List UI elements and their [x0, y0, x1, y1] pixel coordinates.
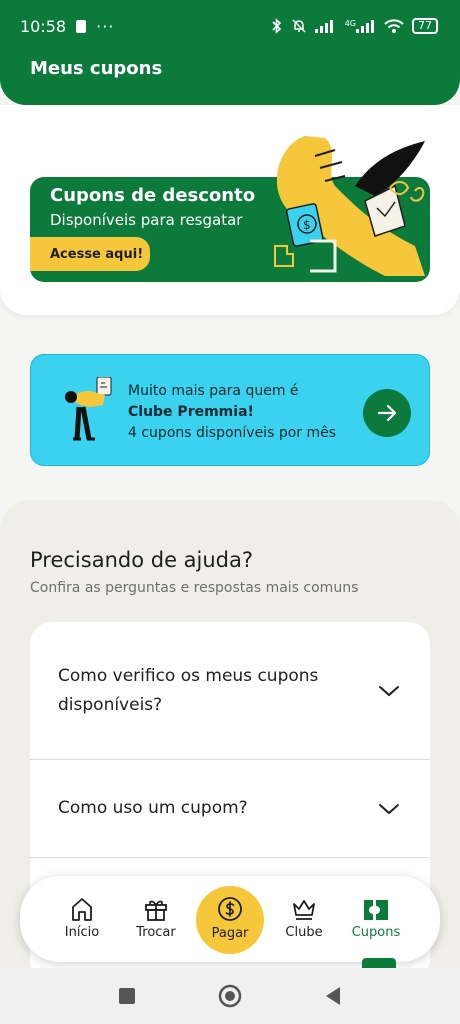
help-title: Precisando de ajuda? [30, 548, 254, 572]
faq-question: Como uso um cupom? [58, 798, 248, 818]
access-here-button[interactable]: Acesse aqui! [30, 237, 150, 271]
banner-title: Cupons de desconto [50, 185, 256, 206]
network-type-label: 4G [344, 19, 356, 28]
gift-icon [145, 900, 167, 921]
back-icon[interactable] [324, 986, 342, 1006]
status-time: 10:58 [20, 16, 67, 36]
recent-apps-icon[interactable] [118, 987, 136, 1005]
premmia-arrow-button[interactable] [363, 389, 411, 437]
nav-item-clube[interactable]: Clube [272, 892, 336, 940]
page-title: Meus cupons [30, 58, 163, 79]
app-header: 10:58 ··· 4G 77 Meus cupons [0, 0, 460, 105]
system-nav-bar [0, 968, 460, 1024]
arrow-right-icon [377, 404, 397, 422]
help-subtitle: Confira as perguntas e respostas mais co… [30, 580, 359, 596]
nav-label: Trocar [136, 925, 176, 940]
bottom-nav: Início Trocar Pagar Clube Cupons [20, 876, 440, 962]
sim-icon [76, 19, 87, 33]
nav-item-inicio[interactable]: Início [50, 892, 114, 940]
faq-item[interactable]: Como verifico os meus cupons disponíveis… [30, 622, 430, 760]
home-icon [72, 898, 92, 921]
premmia-text: Muito mais para quem é Clube Premmia! 4 … [128, 381, 336, 444]
dollar-coin-icon [218, 897, 242, 921]
banner-subtitle: Disponíveis para resgatar [50, 211, 243, 229]
nav-label: Início [64, 925, 100, 940]
mute-bell-icon [292, 19, 306, 33]
premmia-line2: Clube Premmia! [128, 404, 254, 420]
status-bar: 10:58 ··· 4G 77 [0, 0, 460, 52]
premmia-line3: 4 cupons disponíveis por mês [128, 425, 337, 441]
more-notifications-icon: ··· [96, 16, 115, 36]
signal-4g: 4G [345, 19, 376, 33]
premmia-line1: Muito mais para quem é [128, 383, 299, 399]
nav-label: Pagar [211, 926, 249, 941]
signal-icon-2 [356, 20, 374, 33]
nav-label: Clube [285, 925, 323, 940]
nav-item-trocar[interactable]: Trocar [124, 892, 188, 940]
faq-question: Como verifico os meus cupons disponíveis… [58, 665, 319, 715]
home-button-icon[interactable] [218, 984, 242, 1008]
premmia-card[interactable]: Muito mais para quem é Clube Premmia! 4 … [30, 354, 430, 466]
signal-icon [314, 20, 333, 33]
svg-text:$: $ [303, 218, 311, 232]
chevron-down-icon[interactable] [378, 802, 400, 816]
nav-label: Cupons [351, 925, 401, 940]
faq-item[interactable]: Como uso um cupom? [30, 760, 430, 858]
coupon-icon [364, 900, 388, 920]
bluetooth-icon [272, 18, 281, 34]
crown-icon [293, 900, 315, 920]
coupon-person-illustration: $ [274, 136, 425, 276]
wifi-icon [384, 19, 404, 33]
nav-item-cupons[interactable]: Cupons [344, 892, 408, 940]
chevron-down-icon[interactable] [378, 684, 400, 698]
nav-item-pagar[interactable]: Pagar [196, 886, 264, 954]
battery-icon: 77 [412, 18, 438, 34]
active-tab-indicator [362, 958, 396, 968]
